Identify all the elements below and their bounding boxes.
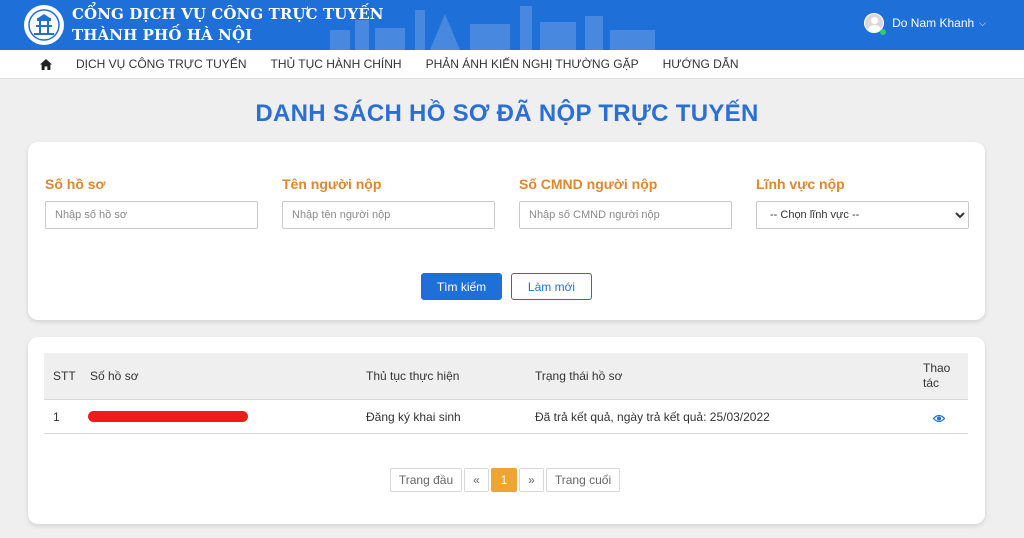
so-ho-so-input[interactable]	[45, 201, 258, 229]
header-stt: STT	[53, 369, 76, 383]
nav-item-huong-dan[interactable]: HƯỚNG DẪN	[663, 57, 739, 71]
site-title[interactable]: CỔNG DỊCH VỤ CÔNG TRỰC TUYẾN THÀNH PHỐ H…	[72, 4, 384, 46]
ten-nguoi-nop-input[interactable]	[282, 201, 495, 229]
search-form-card: Số hồ sơ Tên người nộp Số CMND người nộp…	[28, 142, 985, 320]
header-trang-thai: Trạng thái hồ sơ	[535, 369, 623, 383]
site-header: CỔNG DỊCH VỤ CÔNG TRỰC TUYẾN THÀNH PHỐ H…	[0, 0, 1024, 50]
redacted-so-ho-so	[88, 411, 248, 422]
header-so-ho-so: Số hồ sơ	[90, 369, 139, 383]
nav-item-thu-tuc-hanh-chinh[interactable]: THỦ TỤC HÀNH CHÍNH	[270, 57, 401, 71]
table-header-row: STT Số hồ sơ Thủ tục thực hiện Trạng thá…	[44, 353, 968, 400]
table-row: 1 Đăng ký khai sinh Đã trả kết quả, ngày…	[44, 400, 968, 434]
reset-button[interactable]: Làm mới	[511, 273, 592, 300]
row-stt: 1	[53, 409, 60, 424]
linh-vuc-label: Lĩnh vực nộp	[756, 176, 845, 192]
eye-icon[interactable]	[932, 412, 946, 426]
header-thu-tuc: Thủ tục thực hiện	[366, 369, 460, 383]
header-thao-tac: Thao tác	[923, 361, 950, 391]
pagination-prev[interactable]: «	[464, 468, 489, 492]
pagination-current[interactable]: 1	[491, 468, 517, 492]
nav-item-phan-anh-kien-nghi[interactable]: PHẢN ÁNH KIẾN NGHỊ THƯỜNG GẶP	[426, 57, 639, 71]
pagination-first[interactable]: Trang đầu	[390, 468, 462, 492]
linh-vuc-select[interactable]: -- Chọn lĩnh vực --	[756, 201, 969, 229]
online-status-dot	[880, 29, 886, 35]
pagination-next[interactable]: »	[519, 468, 544, 492]
pagination: Trang đầu « 1 » Trang cuối	[390, 468, 620, 492]
results-table: STT Số hồ sơ Thủ tục thực hiện Trạng thá…	[44, 353, 968, 434]
row-trang-thai: Đã trả kết quả, ngày trả kết quả: 25/03/…	[535, 409, 770, 424]
header-thao-tac-line2: tác	[923, 376, 940, 390]
so-ho-so-label: Số hồ sơ	[45, 176, 106, 192]
home-icon[interactable]	[40, 58, 52, 70]
hanoi-logo[interactable]	[24, 5, 64, 45]
main-nav: DỊCH VỤ CÔNG TRỰC TUYẾN THỦ TỤC HÀNH CHÍ…	[0, 50, 1024, 79]
header-thao-tac-line1: Thao	[923, 361, 951, 375]
site-title-line1: CỔNG DỊCH VỤ CÔNG TRỰC TUYẾN	[72, 5, 384, 23]
field-so-cmnd: Số CMND người nộp	[519, 176, 732, 229]
nav-item-dich-vu-cong[interactable]: DỊCH VỤ CÔNG TRỰC TUYẾN	[76, 57, 246, 71]
field-ten-nguoi-nop: Tên người nộp	[282, 176, 495, 229]
search-button[interactable]: Tìm kiếm	[421, 273, 502, 300]
row-thu-tuc: Đăng ký khai sinh	[366, 409, 461, 424]
temple-gate-icon	[28, 9, 60, 41]
pagination-last[interactable]: Trang cuối	[546, 468, 620, 492]
page-title: DANH SÁCH HỒ SƠ ĐÃ NỘP TRỰC TUYẾN	[255, 100, 759, 127]
so-cmnd-label: Số CMND người nộp	[519, 176, 658, 192]
chevron-down-icon: ⌵	[979, 17, 986, 28]
field-linh-vuc: Lĩnh vực nộp -- Chọn lĩnh vực --	[756, 176, 969, 229]
ten-nguoi-nop-label: Tên người nộp	[282, 176, 382, 192]
user-name: Do Nam Khanh	[892, 16, 975, 30]
field-so-ho-so: Số hồ sơ	[45, 176, 258, 229]
site-title-line2: THÀNH PHỐ HÀ NỘI	[72, 26, 253, 44]
so-cmnd-input[interactable]	[519, 201, 732, 229]
results-card: STT Số hồ sơ Thủ tục thực hiện Trạng thá…	[28, 337, 985, 524]
